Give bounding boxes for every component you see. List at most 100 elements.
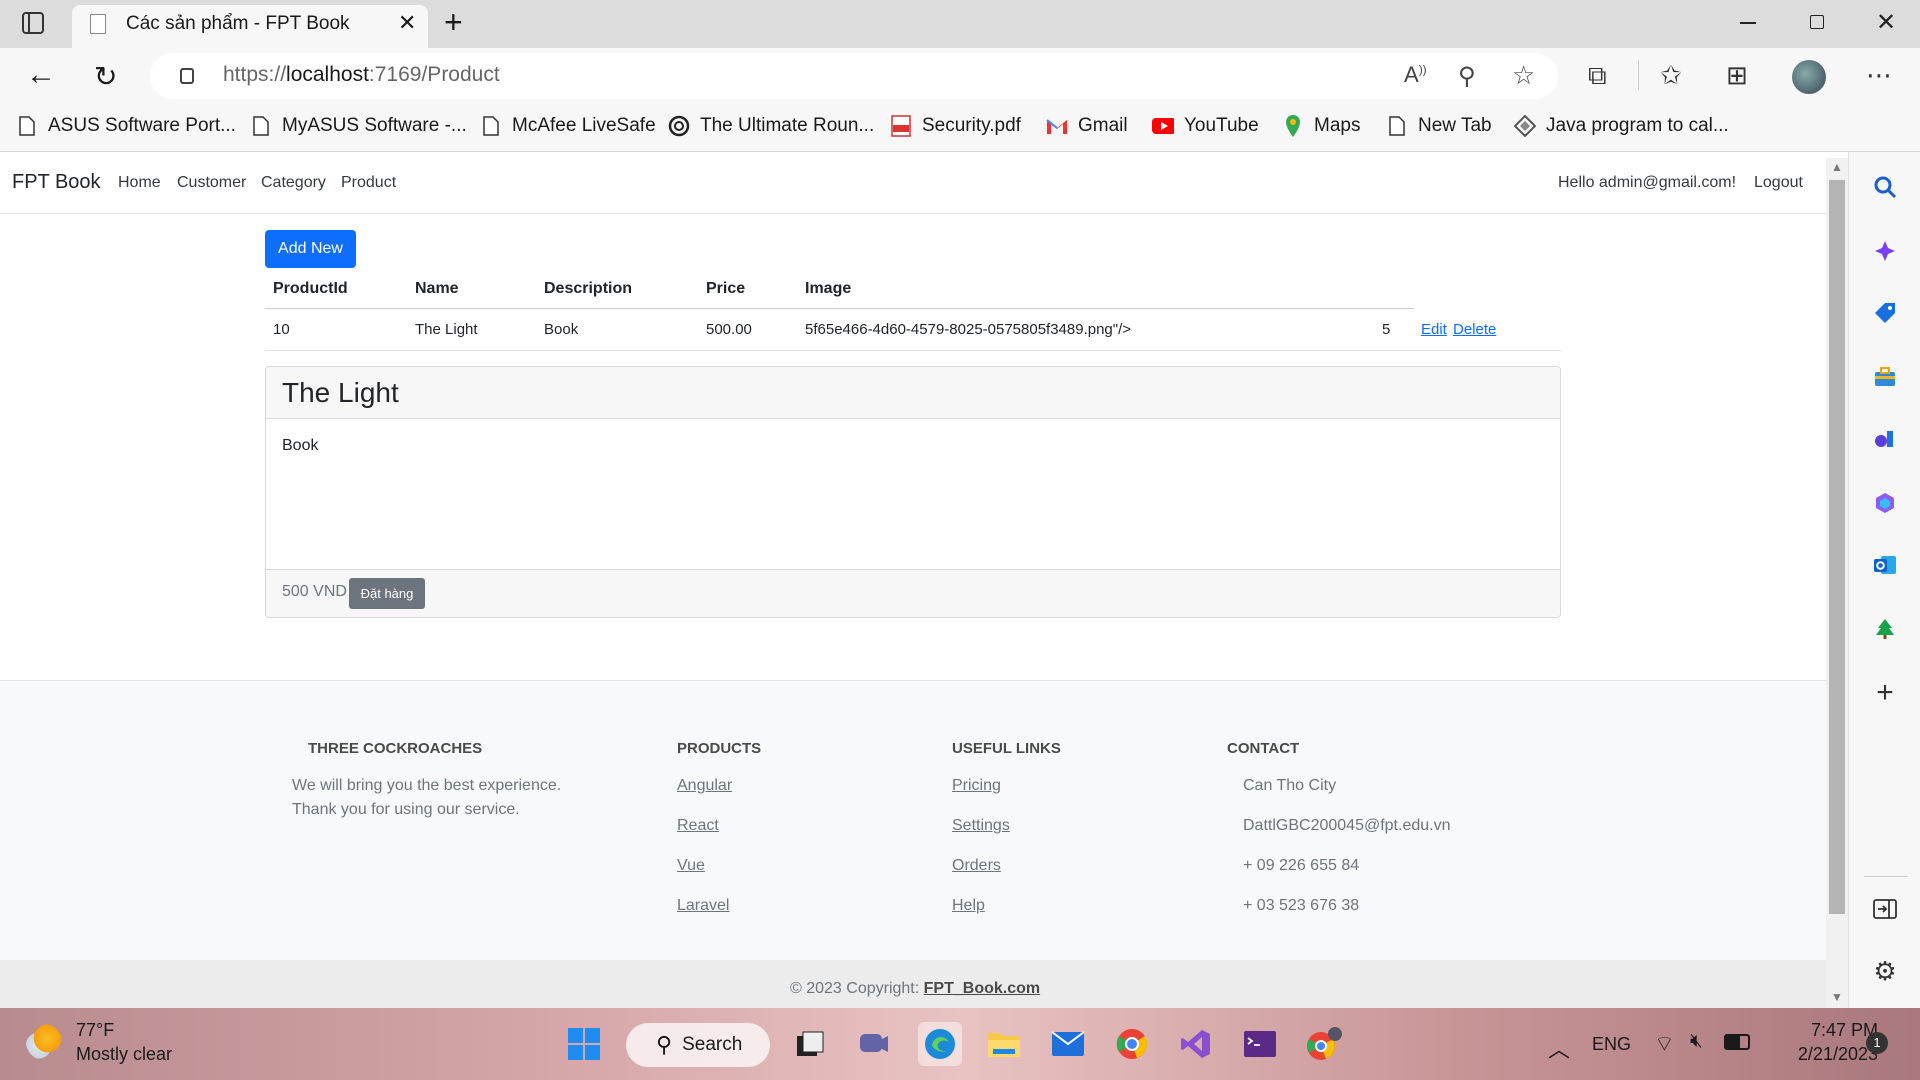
col-header-price: Price: [706, 280, 746, 297]
teams-chat-icon[interactable]: [852, 1022, 896, 1066]
col-header-name: Name: [415, 280, 459, 297]
language-indicator[interactable]: ENG: [1592, 1034, 1631, 1055]
bookmark-security-pdf[interactable]: Security.pdf: [890, 106, 1021, 146]
weather-icon[interactable]: [26, 1024, 62, 1060]
tools-icon[interactable]: [1872, 364, 1898, 390]
brand-link[interactable]: FPT Book: [12, 171, 101, 194]
page-viewport: FPT Book Home Customer Category Product …: [0, 152, 1826, 1008]
favorites-icon[interactable]: ✩: [1660, 60, 1682, 91]
visual-studio-icon[interactable]: [1174, 1022, 1218, 1066]
copyright-link[interactable]: FPT_Book.com: [924, 980, 1040, 997]
bookmark-maps[interactable]: Maps: [1282, 106, 1360, 146]
games-icon[interactable]: [1872, 426, 1898, 452]
shopping-tag-icon[interactable]: [1872, 300, 1898, 326]
tree-icon[interactable]: [1872, 616, 1898, 642]
search-icon[interactable]: [1872, 174, 1898, 200]
footer-link-help[interactable]: Help: [952, 897, 985, 915]
nav-home[interactable]: Home: [118, 174, 161, 192]
notification-badge[interactable]: 1: [1866, 1032, 1888, 1054]
bookmark-myasus[interactable]: MyASUS Software -...: [250, 106, 467, 146]
bookmark-asus[interactable]: ASUS Software Port...: [16, 106, 236, 146]
order-button[interactable]: Đặt hàng: [349, 578, 425, 609]
chrome-icon[interactable]: [1110, 1022, 1154, 1066]
edge-browser-icon[interactable]: [918, 1022, 962, 1066]
show-hidden-icons-icon[interactable]: ︿: [1548, 1032, 1570, 1064]
terminal-icon[interactable]: [1238, 1022, 1282, 1066]
read-aloud-icon[interactable]: A)): [1404, 62, 1427, 88]
tab-actions-icon[interactable]: [22, 12, 44, 34]
edit-link[interactable]: Edit: [1421, 321, 1447, 338]
add-favorite-icon[interactable]: ☆: [1512, 60, 1535, 91]
start-windows-icon[interactable]: [562, 1022, 606, 1066]
wifi-icon[interactable]: ⌔: [1654, 1030, 1675, 1058]
page-icon: [480, 114, 502, 138]
microsoft-365-icon[interactable]: [1872, 490, 1898, 516]
settings-gear-icon[interactable]: ⚙: [1872, 956, 1898, 986]
user-greeting[interactable]: Hello admin@gmail.com!: [1558, 174, 1736, 192]
outlook-icon[interactable]: [1872, 552, 1898, 578]
minimize-icon[interactable]: [1740, 22, 1756, 24]
footer-company-line2: Thank you for using our service.: [292, 801, 520, 818]
cell-name: The Light: [415, 321, 478, 338]
new-tab-icon[interactable]: +: [444, 4, 463, 41]
file-explorer-icon[interactable]: [982, 1022, 1026, 1066]
weather-desc[interactable]: Mostly clear: [76, 1044, 172, 1065]
more-menu-icon[interactable]: ⋯: [1866, 60, 1892, 91]
product-card: The Light Book 500 VND Đặt hàng: [265, 366, 1561, 618]
extensions-icon[interactable]: ⧉: [1588, 60, 1607, 92]
footer-contact-city: Can Tho City: [1243, 777, 1337, 794]
bookmark-new-tab[interactable]: New Tab: [1386, 106, 1492, 146]
mail-icon[interactable]: [1046, 1022, 1090, 1066]
bookmark-ultimate[interactable]: The Ultimate Roun...: [668, 106, 874, 146]
taskbar-search[interactable]: ⚲ Search: [626, 1023, 770, 1067]
footer-link-vue[interactable]: Vue: [677, 857, 705, 875]
scroll-up-icon[interactable]: ▲: [1831, 160, 1843, 174]
footer-link-orders[interactable]: Orders: [952, 857, 1001, 875]
weather-temp[interactable]: 77°F: [76, 1020, 114, 1041]
footer-link-settings[interactable]: Settings: [952, 817, 1010, 835]
battery-icon[interactable]: [1724, 1034, 1750, 1050]
cell-price: 500.00: [706, 321, 752, 338]
restore-icon[interactable]: [1810, 15, 1824, 29]
toolbar-divider: [1638, 60, 1639, 90]
refresh-icon[interactable]: ↻: [94, 60, 117, 93]
footer-link-react[interactable]: React: [677, 817, 719, 835]
zoom-icon[interactable]: ⚲: [1458, 62, 1476, 91]
footer-link-laravel[interactable]: Laravel: [677, 897, 729, 915]
bookmark-youtube[interactable]: YouTube: [1152, 106, 1259, 146]
clock-date[interactable]: 2/21/2023: [1776, 1044, 1878, 1065]
volume-muted-icon[interactable]: 🔇︎: [1690, 1030, 1703, 1053]
close-tab-icon[interactable]: ✕: [398, 10, 416, 36]
close-window-icon[interactable]: ✕: [1876, 8, 1896, 37]
bookmark-gmail[interactable]: Gmail: [1046, 106, 1128, 146]
add-new-button[interactable]: Add New: [265, 230, 356, 268]
profile-avatar[interactable]: [1792, 60, 1826, 94]
footer-link-angular[interactable]: Angular: [677, 777, 732, 795]
scrollbar-thumb[interactable]: [1829, 180, 1845, 914]
card-price: 500 VND: [282, 583, 347, 600]
nav-customer[interactable]: Customer: [177, 174, 246, 192]
clock-time[interactable]: 7:47 PM: [1788, 1020, 1878, 1041]
tab-title: Các sản phẩm - FPT Book: [126, 13, 350, 34]
chrome-profile-icon[interactable]: [1302, 1022, 1346, 1066]
footer-company-line1: We will bring you the best experience.: [292, 777, 562, 794]
bookmark-java-program[interactable]: Java program to cal...: [1514, 106, 1729, 146]
back-icon[interactable]: ←: [26, 58, 56, 92]
footer-useful-links-title: USEFUL LINKS: [952, 740, 1061, 757]
collections-icon[interactable]: ⊞: [1726, 60, 1748, 91]
task-view-icon[interactable]: [788, 1022, 832, 1066]
url-text[interactable]: https://localhost:7169/Product: [223, 63, 500, 87]
footer-link-pricing[interactable]: Pricing: [952, 777, 1001, 795]
nav-category[interactable]: Category: [261, 174, 326, 192]
delete-link[interactable]: Delete: [1453, 321, 1496, 338]
col-header-productid: ProductId: [273, 280, 348, 297]
copilot-icon[interactable]: [1872, 238, 1898, 264]
add-sidebar-app-icon[interactable]: +: [1872, 676, 1898, 709]
scroll-down-icon[interactable]: ▼: [1831, 990, 1843, 1004]
hide-sidebar-icon[interactable]: [1872, 896, 1898, 922]
lock-icon[interactable]: [180, 68, 194, 84]
page-icon: [16, 114, 38, 138]
bookmark-mcafee[interactable]: McAfee LiveSafe: [480, 106, 656, 146]
logout-link[interactable]: Logout: [1754, 174, 1803, 192]
nav-product[interactable]: Product: [341, 174, 396, 192]
